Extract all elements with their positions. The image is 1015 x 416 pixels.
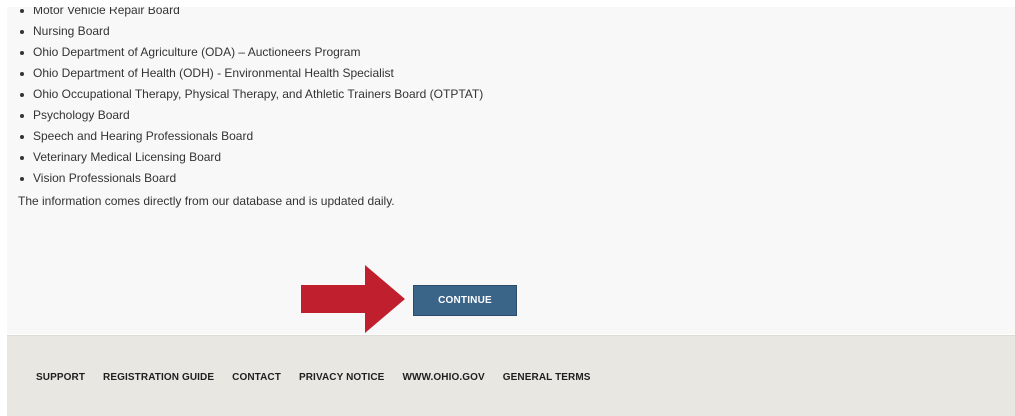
list-item: Ohio Department of Agriculture (ODA) – A… <box>18 42 483 63</box>
list-item: Motor Vehicle Repair Board <box>18 7 483 21</box>
footer-link-ohio-gov[interactable]: WWW.OHIO.GOV <box>402 372 484 383</box>
board-name: Vision Professionals Board <box>33 171 177 185</box>
list-item: Speech and Hearing Professionals Board <box>18 126 483 147</box>
board-name: Nursing Board <box>33 24 110 38</box>
board-name: Ohio Occupational Therapy, Physical Ther… <box>33 87 484 101</box>
footer-nav: SUPPORT REGISTRATION GUIDE CONTACT PRIVA… <box>36 372 591 383</box>
board-name: Ohio Department of Agriculture (ODA) – A… <box>33 45 361 59</box>
continue-button[interactable]: CONTINUE <box>413 285 517 316</box>
board-name: Veterinary Medical Licensing Board <box>33 150 222 164</box>
footer-link-support[interactable]: SUPPORT <box>36 372 85 383</box>
list-item: Ohio Department of Health (ODH) - Enviro… <box>18 63 483 84</box>
main-content: Motor Vehicle Repair Board Nursing Board… <box>7 7 1015 334</box>
footer-link-contact[interactable]: CONTACT <box>232 372 281 383</box>
list-item: Nursing Board <box>18 21 483 42</box>
list-item: Ohio Occupational Therapy, Physical Ther… <box>18 84 483 105</box>
list-item: Veterinary Medical Licensing Board <box>18 147 483 168</box>
right-arrow-icon <box>301 265 405 333</box>
board-name: Speech and Hearing Professionals Board <box>33 129 254 143</box>
info-text: The information comes directly from our … <box>18 194 395 208</box>
footer-link-privacy-notice[interactable]: PRIVACY NOTICE <box>299 372 385 383</box>
board-name: Ohio Department of Health (ODH) - Enviro… <box>33 66 394 80</box>
bullet-icon <box>20 72 24 76</box>
bullet-icon <box>20 177 24 181</box>
bullet-icon <box>20 51 24 55</box>
footer: SUPPORT REGISTRATION GUIDE CONTACT PRIVA… <box>7 335 1015 416</box>
footer-link-general-terms[interactable]: GENERAL TERMS <box>503 372 591 383</box>
bullet-icon <box>20 30 24 34</box>
board-name: Motor Vehicle Repair Board <box>33 7 180 17</box>
bullet-icon <box>20 93 24 97</box>
list-item: Psychology Board <box>18 105 483 126</box>
board-list: Motor Vehicle Repair Board Nursing Board… <box>18 7 483 189</box>
board-name: Psychology Board <box>33 108 130 122</box>
list-item: Vision Professionals Board <box>18 168 483 189</box>
bullet-icon <box>20 135 24 139</box>
bullet-icon <box>20 156 24 160</box>
bullet-icon <box>20 9 24 13</box>
bullet-icon <box>20 114 24 118</box>
footer-link-registration-guide[interactable]: REGISTRATION GUIDE <box>103 372 214 383</box>
